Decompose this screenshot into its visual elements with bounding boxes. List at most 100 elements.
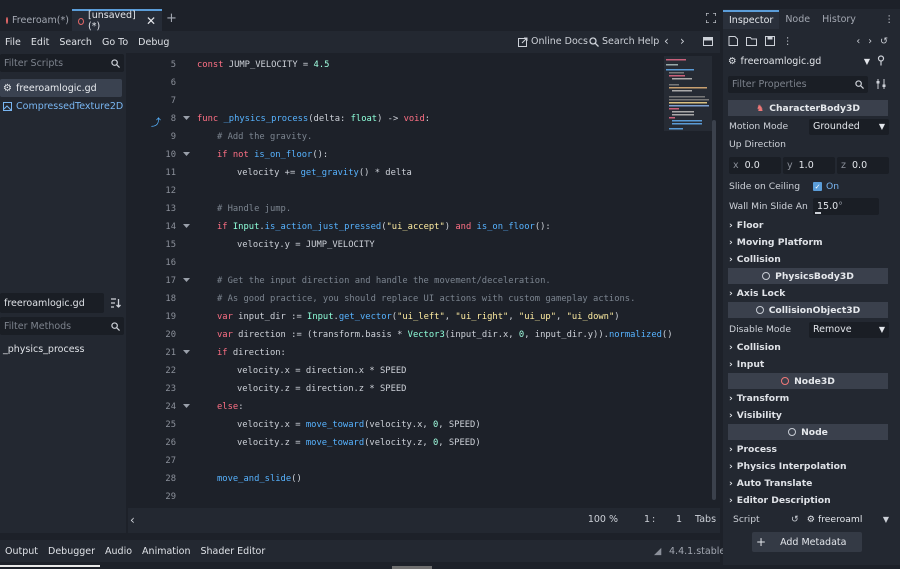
section-axis-lock[interactable]: › Axis Lock [729,285,888,301]
class-header-physicsbody3d[interactable]: PhysicsBody3D [728,268,888,284]
bottom-tab-shader-editor[interactable]: Shader Editor [195,546,270,557]
section-auto-translate[interactable]: › Auto Translate [729,475,888,491]
indent-mode[interactable]: Tabs [695,514,716,525]
tab-inspector[interactable]: Inspector [723,9,780,29]
property-up-direction: Up Direction [729,136,889,153]
reload-icon[interactable]: ↺ [791,514,799,525]
fold-arrow-icon[interactable] [183,278,190,283]
plus-icon: + [756,535,767,549]
up-z-field[interactable]: z 0.0 [837,157,889,174]
history-back-icon[interactable]: ‹ [856,36,860,47]
bottom-tab-animation[interactable]: Animation [137,546,195,557]
toggle-panel-icon[interactable] [703,37,713,46]
tab-unsaved[interactable]: [unsaved](*) ✕ [72,9,162,32]
sort-icon[interactable] [110,298,121,308]
filter-properties-input[interactable]: Filter Properties [728,76,868,93]
fold-arrow-icon[interactable] [183,224,190,229]
method-item[interactable]: _physics_process [3,344,84,355]
motion-mode-select[interactable]: Grounded ▼ [809,118,889,135]
save-icon[interactable] [765,36,775,46]
fold-arrow-icon[interactable] [183,404,190,409]
section-editor-description[interactable]: › Editor Description [729,492,888,508]
code-line: # Get the input direction and handle the… [217,276,551,286]
more-options-icon[interactable]: ⋮ [783,36,793,47]
tab-node[interactable]: Node [779,14,816,25]
menu-search[interactable]: Search [54,37,97,48]
section-physics-interpolation[interactable]: › Physics Interpolation [729,458,888,474]
add-metadata-button[interactable]: + Add Metadata [752,532,862,552]
class-name: Node3D [794,375,835,387]
menu-debug[interactable]: Debug [133,37,174,48]
connected-signal-icon[interactable]: ⤴ [151,114,161,129]
bottom-tab-debugger[interactable]: Debugger [43,546,100,557]
section-process[interactable]: › Process [729,441,888,457]
class-header-collisionobject3d[interactable]: CollisionObject3D [728,302,888,318]
section-moving-platform[interactable]: › Moving Platform [729,234,888,250]
up-x-field[interactable]: x 0.0 [729,157,781,174]
slide-ceiling-checkbox[interactable]: ✓ On [813,181,839,192]
code-line: if Input.is_action_just_pressed("ui_acce… [217,222,551,232]
history-back-icon[interactable]: ‹ [664,34,669,48]
fold-arrow-icon[interactable] [183,152,190,157]
menu-edit[interactable]: Edit [26,37,54,48]
code-line: velocity.y = JUMP_VELOCITY [237,240,375,250]
search-help-button[interactable]: Search Help [589,36,659,47]
menu-goto[interactable]: Go To [97,37,133,48]
section-visibility[interactable]: › Visibility [729,407,888,423]
history-forward-icon[interactable]: › [868,36,872,47]
code-minimap[interactable] [664,56,712,131]
resource-selector[interactable]: ⚙ freeroamlogic.gd ▼ [728,53,870,69]
menu-file[interactable]: File [0,37,26,48]
section-transform[interactable]: › Transform [729,390,888,406]
bottom-tab-output[interactable]: Output [0,546,43,557]
distraction-free-icon[interactable] [706,13,716,23]
cursor-line: 1 [643,514,650,525]
close-tab-icon[interactable]: ✕ [146,14,156,28]
bottom-tab-audio[interactable]: Audio [100,546,137,557]
section-collision[interactable]: › Collision [729,251,888,267]
tab-history[interactable]: History [816,14,862,25]
fold-arrow-icon[interactable] [183,116,190,121]
section-floor[interactable]: › Floor [729,217,888,233]
chevron-down-icon[interactable]: ▼ [883,515,889,524]
script-item-texture[interactable]: CompressedTexture2D [0,97,123,115]
unsaved-dot-icon [6,16,8,24]
toggle-scripts-panel-icon[interactable]: ‹ [130,513,135,527]
property-label: Disable Mode [729,324,792,335]
class-header-characterbody3d[interactable]: ♞ CharacterBody3D [728,100,888,116]
property-label: Up Direction [729,139,786,150]
zoom-level[interactable]: 100 % [578,514,618,525]
history-forward-icon[interactable]: › [680,34,685,48]
script-item-freeroamlogic[interactable]: ⚙ freeroamlogic.gd [0,79,122,97]
new-resource-icon[interactable] [728,36,738,46]
object-history-icon[interactable]: ↺ [880,36,888,47]
wall-min-slide-field[interactable]: 15.0 ° [813,198,879,215]
class-header-node[interactable]: Node [728,424,888,440]
menu-dots-icon[interactable]: ⋮ [885,14,895,25]
line-number: 28 [165,474,176,484]
editor-scrollbar[interactable] [712,120,716,500]
chevron-right-icon: › [729,494,733,506]
online-docs-button[interactable]: Online Docs [518,36,588,47]
up-y-field[interactable]: y 1.0 [783,157,835,174]
field-value: 0.0 [852,160,868,171]
add-tab-icon[interactable]: + [166,11,177,26]
disable-mode-select[interactable]: Remove ▼ [809,321,889,338]
texture-icon [3,101,12,111]
script-resource-field[interactable]: ⚙ freeroaml [807,514,863,525]
fold-arrow-icon[interactable] [183,350,190,355]
filter-methods-input[interactable]: Filter Methods [0,317,124,335]
select-value: Remove [813,324,852,335]
filter-scripts-input[interactable]: Filter Scripts [0,54,124,72]
search-icon [111,321,120,331]
section-collision-2[interactable]: › Collision [729,339,888,355]
collision-object-icon [755,306,764,314]
property-settings-icon[interactable] [876,79,886,89]
online-docs-label: Online Docs [531,36,588,47]
class-header-node3d[interactable]: Node3D [728,373,888,389]
open-folder-icon[interactable] [746,36,757,46]
unit-label: ° [838,201,843,212]
pin-icon[interactable] [876,55,886,66]
tab-freeroam[interactable]: Freeroam(*) [0,9,70,31]
section-input[interactable]: › Input [729,356,888,372]
